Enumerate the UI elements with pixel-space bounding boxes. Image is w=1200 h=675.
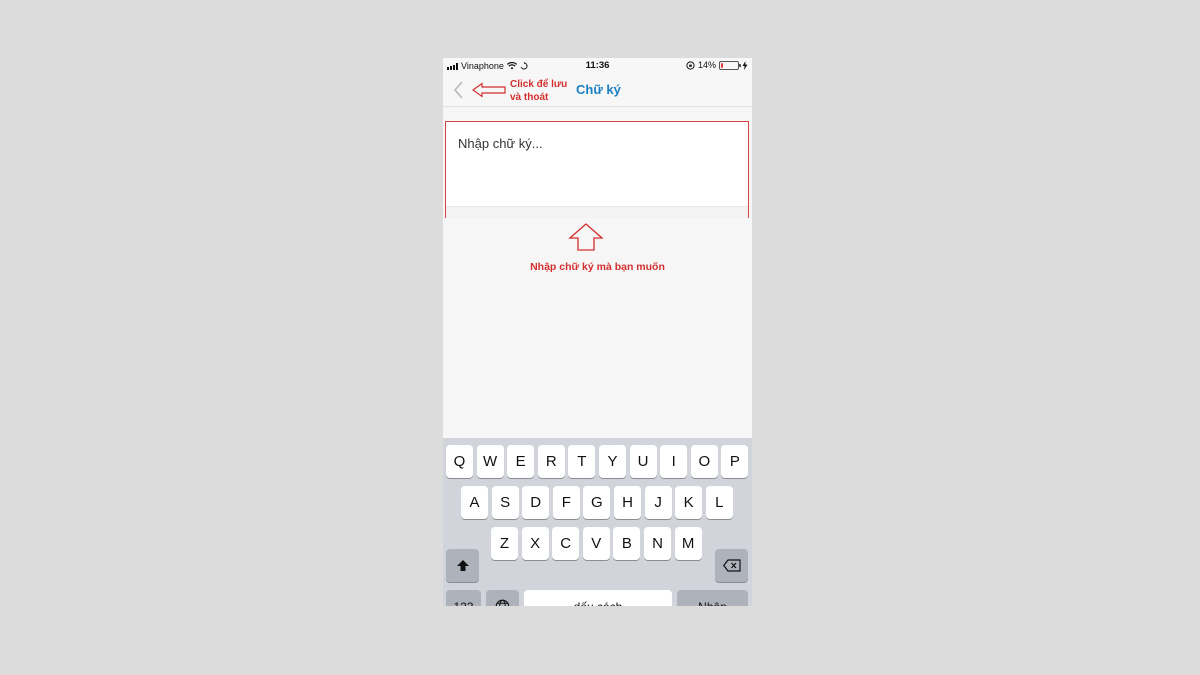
numbers-key[interactable]: 123 <box>446 590 481 606</box>
key-q[interactable]: Q <box>446 445 473 478</box>
key-z[interactable]: Z <box>491 527 518 560</box>
backspace-key[interactable] <box>715 549 748 582</box>
key-f[interactable]: F <box>552 486 580 519</box>
key-h[interactable]: H <box>614 486 641 519</box>
key-o[interactable]: O <box>690 445 718 478</box>
page-title: Chữ ký <box>576 82 621 97</box>
annotation-field-hint: Nhập chữ ký mà bạn muốn <box>530 261 665 273</box>
back-button[interactable] <box>451 80 467 100</box>
annotation-up-arrow-icon <box>568 223 604 251</box>
navigation-bar: Click để lưu và thoát Chữ ký <box>443 74 752 107</box>
key-a[interactable]: A <box>461 486 488 519</box>
orientation-lock-icon <box>686 60 695 70</box>
backspace-icon <box>722 559 741 572</box>
key-t[interactable]: T <box>568 445 596 478</box>
key-e[interactable]: E <box>507 445 535 478</box>
key-d[interactable]: D <box>522 486 550 519</box>
key-r[interactable]: R <box>537 445 565 478</box>
key-c[interactable]: C <box>552 527 580 560</box>
key-v[interactable]: V <box>582 527 610 560</box>
key-l[interactable]: L <box>705 486 733 519</box>
battery-percent: 14% <box>697 60 716 70</box>
space-key[interactable]: dấu cách <box>524 590 672 606</box>
shift-icon <box>456 560 469 571</box>
signature-field-footer <box>446 206 748 218</box>
battery-icon <box>719 60 741 70</box>
key-y[interactable]: Y <box>599 445 626 478</box>
key-w[interactable]: W <box>476 445 504 478</box>
key-p[interactable]: P <box>721 445 749 478</box>
status-bar: Vinaphone 11:36 14% <box>443 58 752 74</box>
status-right: 14% <box>686 60 748 70</box>
key-s[interactable]: S <box>491 486 519 519</box>
annotation-back-hint: Click để lưu và thoát <box>510 79 568 103</box>
keyboard: 123 dấu cách Nhập QWERTYUIOP ASDFGHJKL ZXC… <box>443 438 752 606</box>
key-n[interactable]: N <box>644 527 671 560</box>
globe-icon <box>495 599 510 606</box>
key-u[interactable]: U <box>629 445 657 478</box>
signature-field-highlight <box>445 121 749 218</box>
shift-key[interactable] <box>446 549 479 582</box>
key-x[interactable]: X <box>521 527 549 560</box>
chevron-left-icon <box>453 81 463 99</box>
signature-input[interactable] <box>446 122 748 206</box>
key-k[interactable]: K <box>675 486 703 519</box>
key-i[interactable]: I <box>660 445 688 478</box>
phone-screen: Vinaphone 11:36 14% Click để lưu và thoá… <box>443 58 752 606</box>
key-m[interactable]: M <box>674 527 702 560</box>
globe-key[interactable] <box>486 590 519 606</box>
key-j[interactable]: J <box>644 486 672 519</box>
key-g[interactable]: G <box>583 486 611 519</box>
annotation-left-arrow-icon <box>472 82 506 98</box>
charging-icon <box>742 60 748 70</box>
key-b[interactable]: B <box>613 527 641 560</box>
return-key[interactable]: Nhập <box>677 590 748 606</box>
